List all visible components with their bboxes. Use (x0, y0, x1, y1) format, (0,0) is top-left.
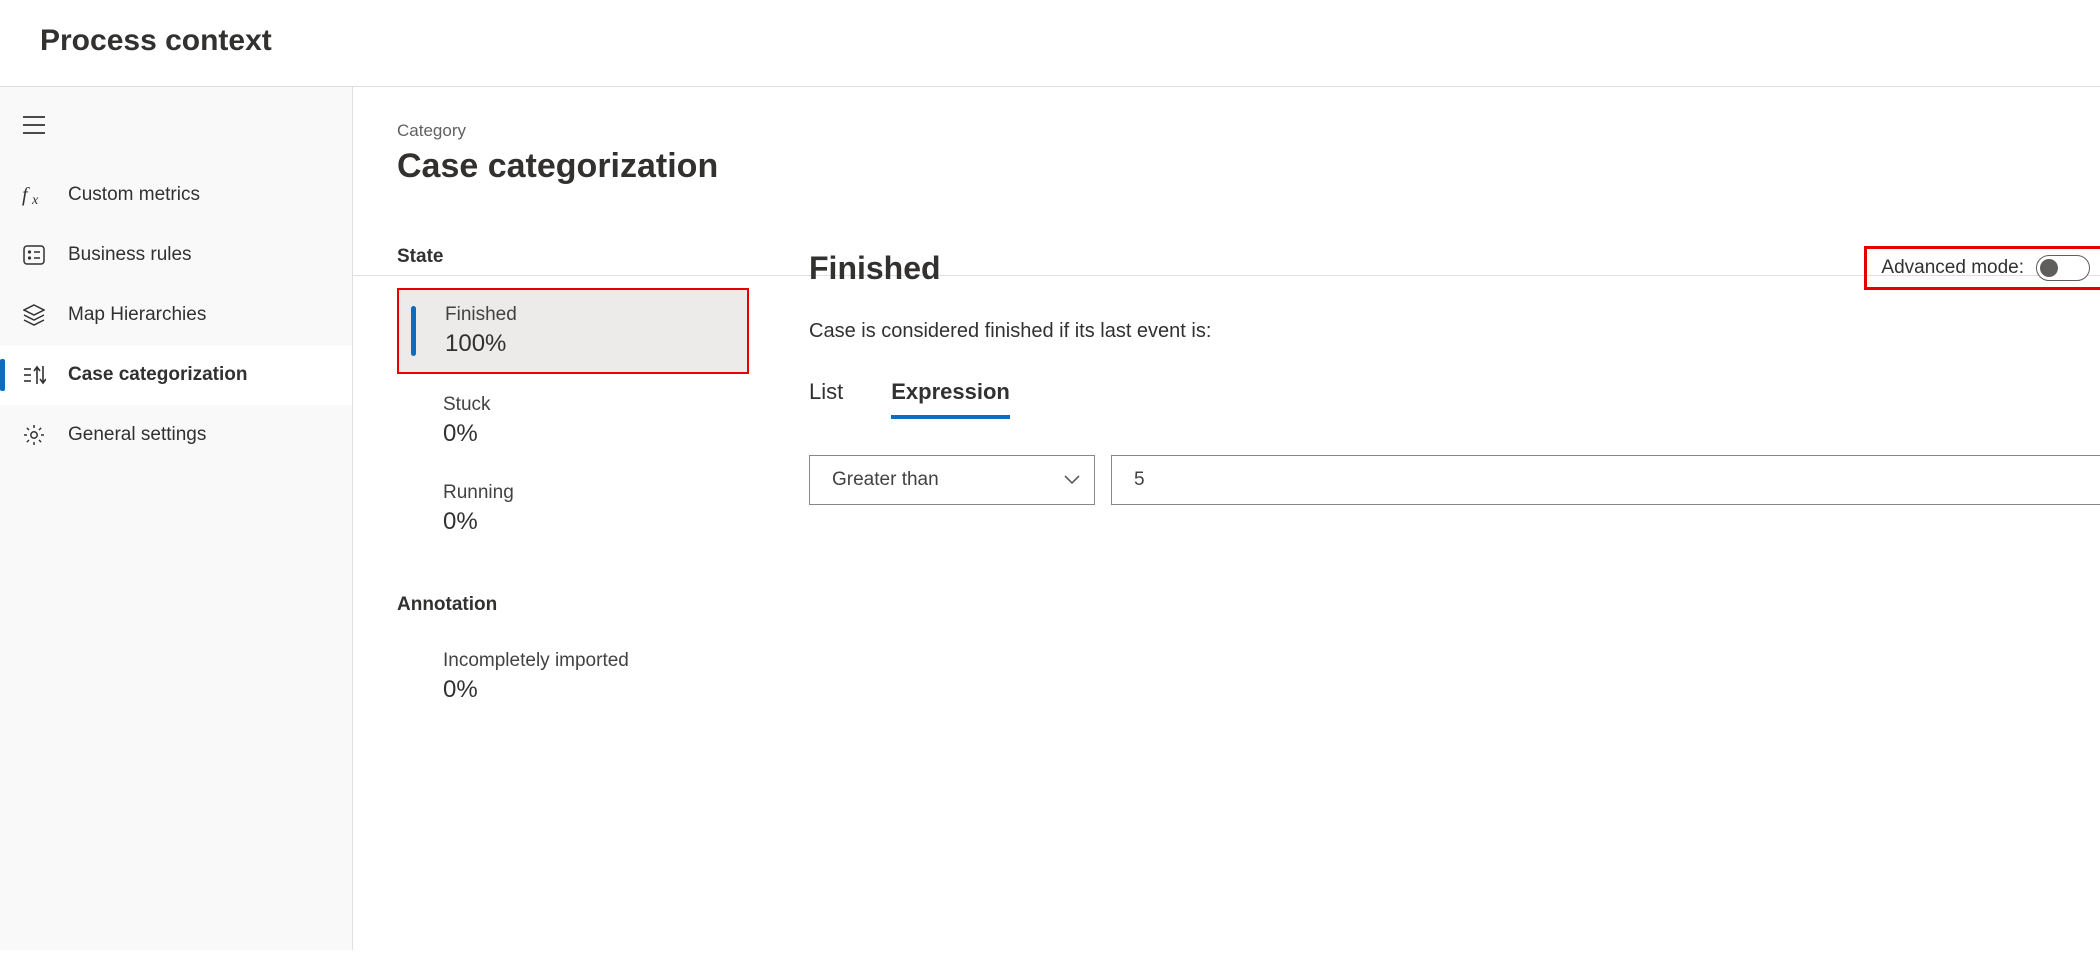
advanced-mode-group: Advanced mode: (1864, 246, 2100, 290)
sidebar-item-case-categorization[interactable]: Case categorization (0, 345, 352, 405)
sidebar-item-label: Map Hierarchies (68, 304, 206, 326)
state-value: 100% (445, 330, 747, 358)
category-title: Case categorization (397, 147, 2100, 186)
content-area: Category Case categorization State Finis… (352, 86, 2100, 950)
advanced-mode-label: Advanced mode: (1881, 257, 2024, 279)
annotation-value: 0% (443, 676, 749, 704)
detail-title: Finished (809, 250, 941, 287)
state-name: Stuck (443, 394, 749, 416)
sidebar-item-label: Business rules (68, 244, 192, 266)
state-item-running[interactable]: Running 0% (397, 468, 749, 550)
category-label: Category (397, 121, 2100, 141)
page-title: Process context (0, 0, 2100, 86)
operator-value: Greater than (832, 469, 939, 491)
sidebar-item-label: Case categorization (68, 364, 248, 386)
detail-description: Case is considered finished if its last … (809, 320, 2100, 343)
toggle-knob (2040, 259, 2058, 277)
state-value: 0% (443, 508, 749, 536)
tab-list[interactable]: List (809, 379, 843, 419)
chevron-down-icon (1064, 469, 1080, 491)
sidebar-item-label: General settings (68, 424, 206, 446)
operator-select[interactable]: Greater than (809, 455, 1095, 505)
annotation-item-incomplete[interactable]: Incompletely imported 0% (397, 636, 749, 718)
state-name: Finished (445, 304, 747, 326)
sidebar-item-label: Custom metrics (68, 184, 200, 206)
svg-text:x: x (31, 193, 39, 206)
layers-icon (22, 303, 46, 327)
state-name: Running (443, 482, 749, 504)
sidebar-item-custom-metrics[interactable]: fx Custom metrics (0, 165, 352, 225)
state-value: 0% (443, 420, 749, 448)
sidebar-item-general-settings[interactable]: General settings (0, 405, 352, 465)
fx-icon: fx (22, 183, 46, 207)
tab-expression[interactable]: Expression (891, 379, 1010, 419)
hamburger-icon (22, 113, 46, 137)
sidebar: fx Custom metrics Business rules Map Hie… (0, 86, 352, 950)
sidebar-item-business-rules[interactable]: Business rules (0, 225, 352, 285)
svg-text:f: f (22, 184, 30, 206)
value-input[interactable] (1111, 455, 2100, 505)
annotation-header: Annotation (397, 594, 749, 616)
detail-tabs: List Expression (809, 379, 2100, 419)
categorization-icon (22, 363, 46, 387)
state-item-finished[interactable]: Finished 100% (397, 288, 749, 374)
hamburger-button[interactable] (0, 95, 352, 155)
state-header: State (397, 246, 749, 268)
state-item-stuck[interactable]: Stuck 0% (397, 380, 749, 462)
rules-icon (22, 243, 46, 267)
annotation-name: Incompletely imported (443, 650, 749, 672)
advanced-mode-toggle[interactable] (2036, 255, 2090, 281)
gear-icon (22, 423, 46, 447)
sidebar-item-map-hierarchies[interactable]: Map Hierarchies (0, 285, 352, 345)
